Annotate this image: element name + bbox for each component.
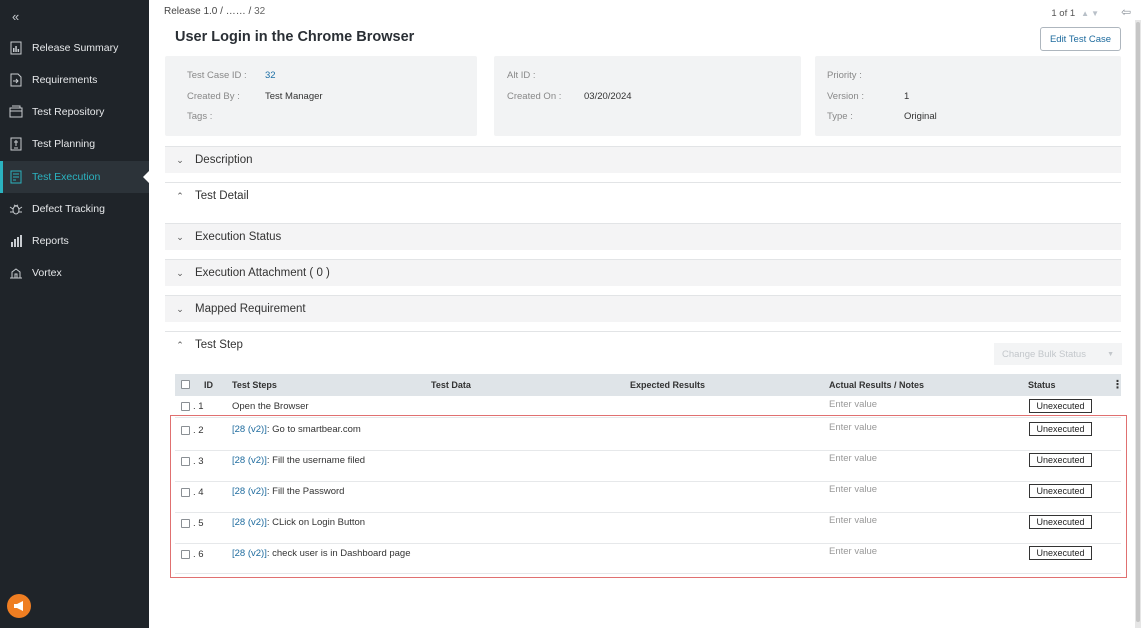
sidebar-item-label: Defect Tracking [32,203,105,215]
vortex-icon [9,266,23,280]
sidebar-item-release-summary[interactable]: Release Summary [0,32,149,64]
row-step: Open the Browser [232,401,309,412]
breadcrumb-current: 32 [254,6,266,17]
actual-results-input[interactable]: Enter value [829,399,877,410]
row-id: . 1 [193,401,204,412]
sidebar-item-label: Test Execution [32,171,101,183]
section-title: Mapped Requirement [195,303,306,315]
col-id: ID [204,380,213,390]
type-value: Original [904,111,937,122]
pager-text: 1 of 1 [1051,8,1076,19]
col-expected-results: Expected Results [630,380,706,390]
priority-label: Priority : [827,70,862,81]
sidebar-item-label: Release Summary [32,42,119,54]
row-step-text: Open the Browser [232,401,309,412]
created-on-value: 03/20/2024 [584,91,632,102]
sidebar-item-label: Test Repository [32,106,105,118]
meta-box-id: Test Case ID : 32 Created By : Test Mana… [165,56,477,136]
page-title: User Login in the Chrome Browser [175,29,415,45]
edit-test-case-button[interactable]: Edit Test Case [1040,27,1121,51]
collapse-sidebar-icon[interactable]: « [12,9,19,24]
created-on-label: Created On : [507,91,562,102]
scrollbar-thumb[interactable] [1136,22,1140,622]
type-label: Type : [827,111,853,122]
bulk-status-label: Change Bulk Status [1002,348,1086,360]
sidebar-item-test-planning[interactable]: Test Planning [0,128,149,160]
col-actual-results: Actual Results / Notes [829,380,925,390]
pager-arrows-icon[interactable]: ▲▼ [1081,9,1101,18]
section-title: Execution Status [195,231,282,243]
reports-icon [9,234,23,248]
version-value: 1 [904,91,910,102]
sidebar-item-label: Reports [32,235,69,247]
created-by-value: Test Manager [265,91,323,102]
alt-id-label: Alt ID : [507,70,536,81]
sidebar-item-defect-tracking[interactable]: Defect Tracking [0,193,149,225]
meta-box-version: Priority : Version : 1 Type : Original [815,56,1121,136]
chevron-down-icon: ⌄ [176,303,184,314]
chevron-up-icon: ⌃ [176,339,184,350]
version-label: Version : [827,91,864,102]
status-dropdown[interactable]: Unexecuted [1029,399,1092,413]
requirements-icon [9,73,23,87]
change-bulk-status-dropdown[interactable]: Change Bulk Status ▼ [994,343,1122,365]
test-planning-icon [9,137,23,151]
caret-down-icon: ▼ [1107,350,1114,358]
release-summary-icon [9,41,23,55]
select-all-checkbox[interactable] [181,380,190,389]
col-status: Status [1028,380,1056,390]
back-arrow-icon[interactable]: ⇦ [1121,5,1131,19]
table-row: . 1 Open the Browser Enter value Unexecu… [175,399,1121,415]
section-test-detail[interactable]: ⌃ Test Detail [165,182,1121,209]
meta-box-dates: Alt ID : Created On : 03/20/2024 [494,56,801,136]
section-title: Test Detail [195,190,249,202]
breadcrumb-folder[interactable]: …… / [226,6,252,17]
column-menu-icon[interactable]: ⋮ [1112,378,1123,391]
megaphone-icon[interactable] [7,594,31,618]
test-case-id-value[interactable]: 32 [265,70,276,81]
col-test-data: Test Data [431,380,471,390]
test-case-id-label: Test Case ID : [187,70,247,81]
row-checkbox[interactable] [181,402,190,411]
test-execution-icon [9,170,23,184]
section-title: Description [195,154,253,166]
breadcrumb-release[interactable]: Release 1.0 / [164,6,223,17]
chevron-down-icon: ⌄ [176,231,184,242]
sidebar-item-label: Requirements [32,74,98,86]
chevron-up-icon: ⌃ [176,190,184,201]
tags-label: Tags : [187,111,213,122]
created-by-label: Created By : [187,91,240,102]
sidebar-item-test-execution[interactable]: Test Execution [0,161,149,193]
section-mapped-requirement[interactable]: ⌄ Mapped Requirement [165,295,1121,322]
chevron-down-icon: ⌄ [176,267,184,278]
chevron-down-icon: ⌄ [176,154,184,165]
sidebar-item-vortex[interactable]: Vortex [0,257,149,289]
test-step-table-header: ID Test Steps Test Data Expected Results… [175,374,1123,396]
pager: 1 of 1 ▲▼ [1051,8,1101,19]
section-title: Test Step [195,339,243,351]
vertical-scrollbar[interactable] [1135,20,1141,628]
col-test-steps: Test Steps [232,380,277,390]
sidebar: « Release Summary Requirements Test Repo… [0,0,149,628]
section-execution-attachment[interactable]: ⌄ Execution Attachment ( 0 ) [165,259,1121,286]
sidebar-item-reports[interactable]: Reports [0,225,149,257]
sidebar-item-test-repository[interactable]: Test Repository [0,96,149,128]
breadcrumb: Release 1.0 / …… / 32 [164,6,265,17]
bug-icon [9,202,23,216]
section-description[interactable]: ⌄ Description [165,146,1121,173]
sidebar-item-requirements[interactable]: Requirements [0,64,149,96]
highlight-box [170,415,1127,578]
section-title: Execution Attachment ( 0 ) [195,267,330,279]
sidebar-item-label: Test Planning [32,138,96,150]
test-repository-icon [9,105,23,119]
section-test-step[interactable]: ⌃ Test Step [165,331,1121,358]
section-execution-status[interactable]: ⌄ Execution Status [165,223,1121,250]
sidebar-item-label: Vortex [32,267,62,279]
